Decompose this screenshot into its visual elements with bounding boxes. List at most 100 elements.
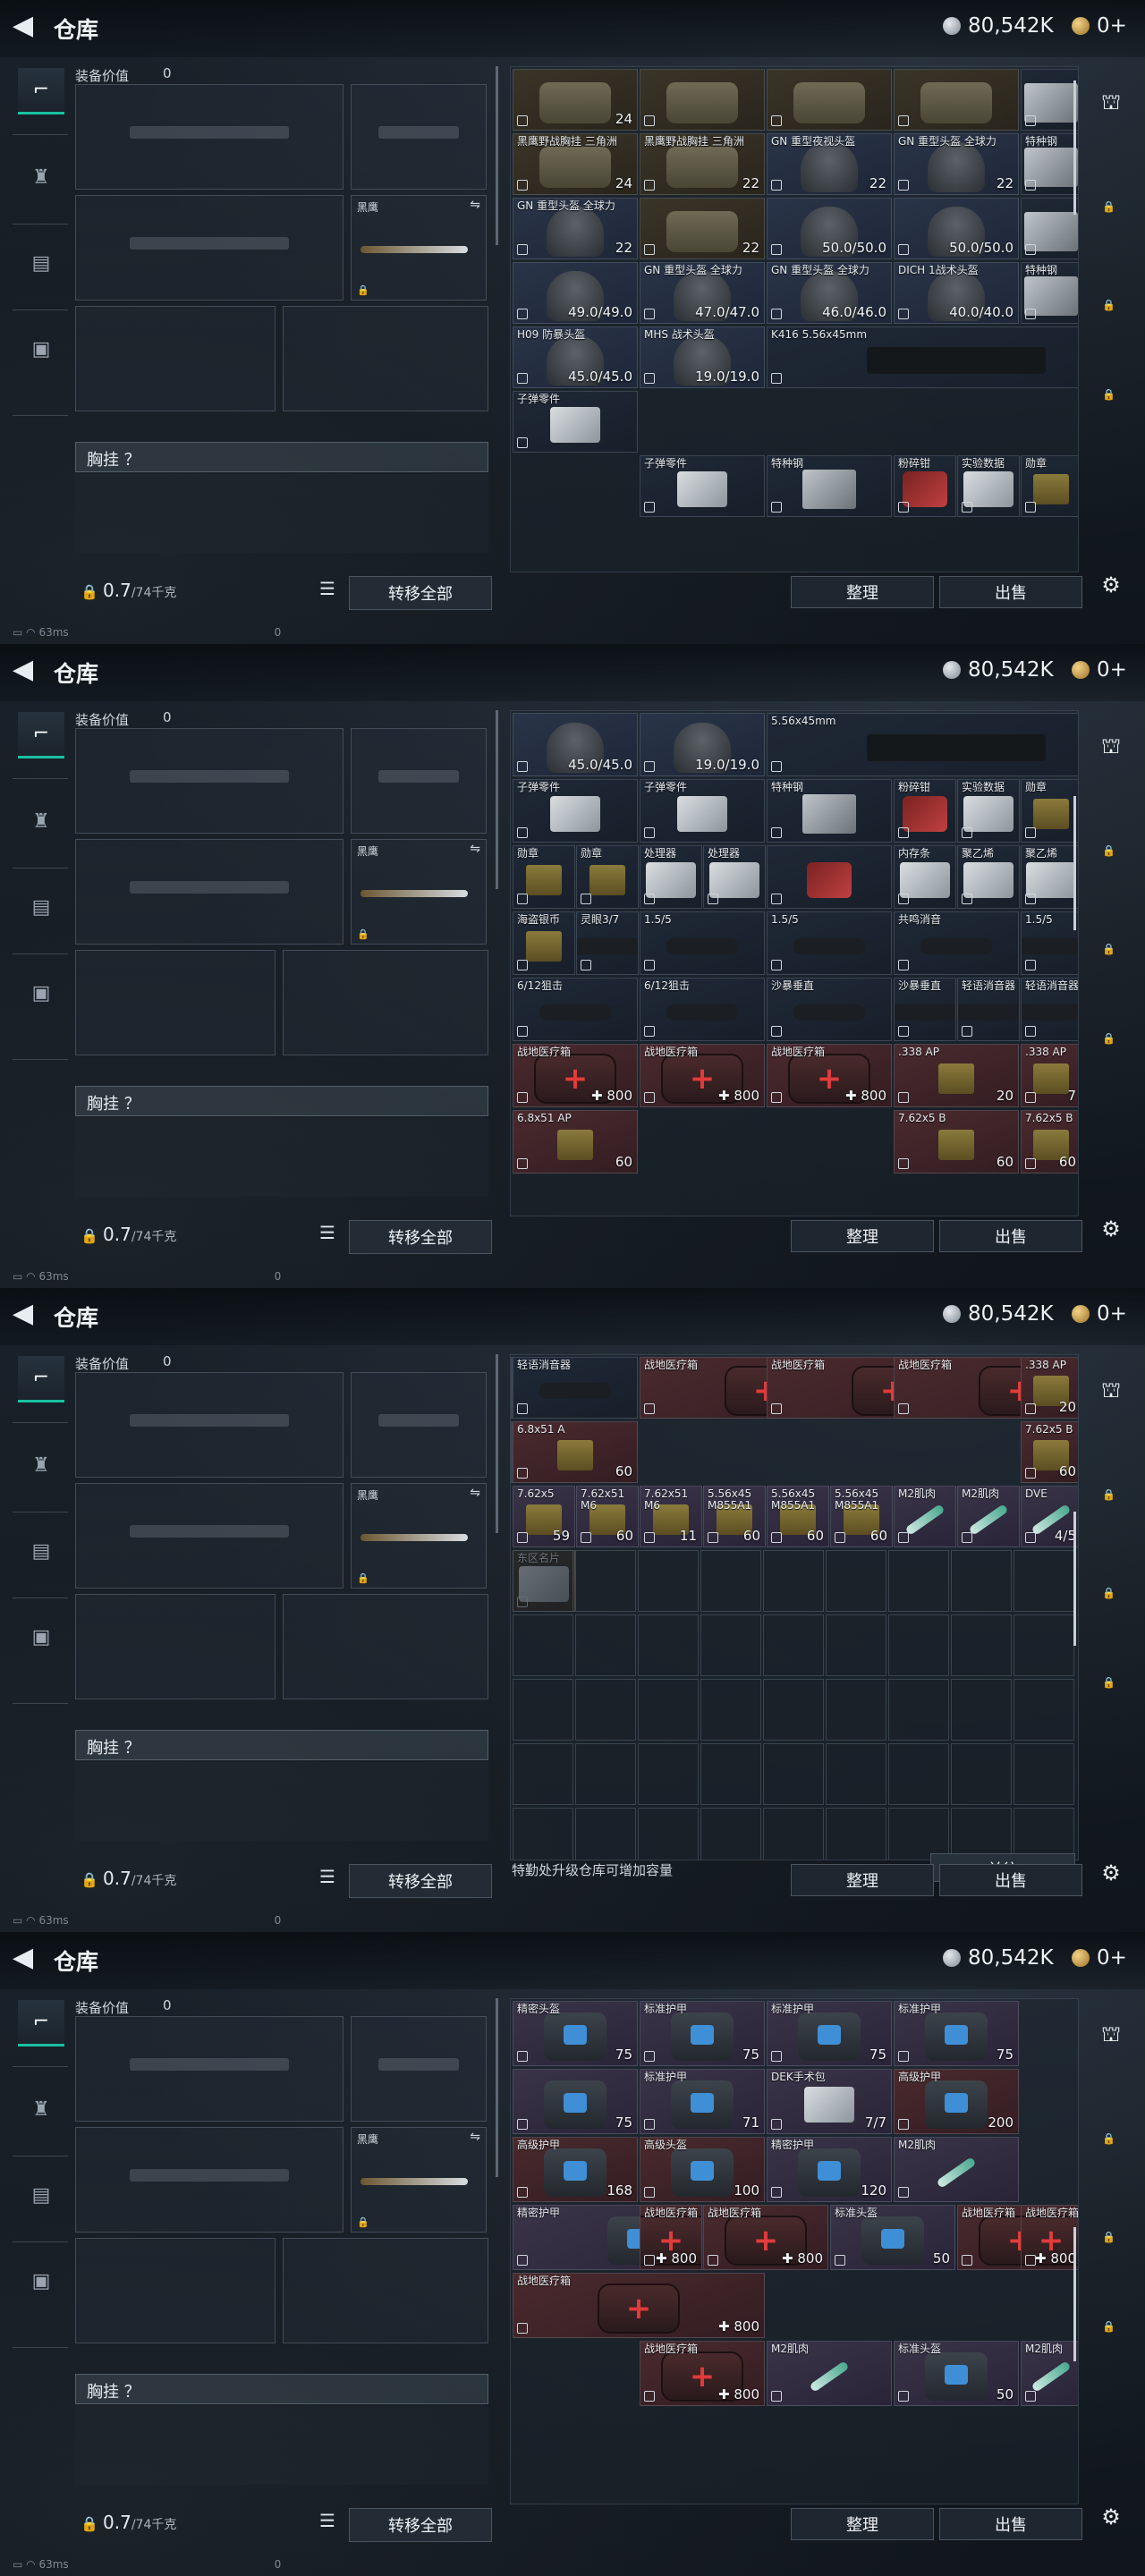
empty-slot[interactable]: [513, 1808, 573, 1860]
chest-rig-slot[interactable]: 胸挂 ？: [75, 442, 488, 472]
sort-button[interactable]: 整理: [791, 2508, 934, 2540]
tab-toolbox[interactable]: ▣: [18, 970, 64, 1016]
secondary-weapon-slot[interactable]: [75, 2127, 344, 2233]
back-icon[interactable]: ◀: [13, 1945, 39, 1971]
gold-currency[interactable]: 0+: [1072, 1302, 1127, 1326]
empty-slot[interactable]: [638, 1808, 699, 1860]
sidearm-slot[interactable]: [351, 84, 487, 190]
stash-item[interactable]: 战地医疗箱 ✚ 800: [703, 2205, 828, 2270]
back-icon[interactable]: ◀: [13, 657, 39, 683]
knife-slot[interactable]: 黑鹰 🔒 ⇋: [351, 839, 487, 945]
stash-item[interactable]: 高级头盔 100: [640, 2137, 765, 2202]
sidearm-slot[interactable]: [351, 1372, 487, 1478]
stash-item[interactable]: 处理器: [703, 845, 766, 909]
silver-currency[interactable]: 80,542K: [943, 14, 1054, 38]
empty-slot[interactable]: [638, 1743, 699, 1805]
tab-clipboard[interactable]: ▤: [18, 240, 64, 286]
empty-slot[interactable]: [888, 1614, 949, 1676]
empty-slot[interactable]: [1014, 1614, 1074, 1676]
sell-button[interactable]: 出售: [939, 2508, 1082, 2540]
chest-rig-slot[interactable]: 胸挂 ？: [75, 2374, 488, 2404]
stash-item[interactable]: 5.56x45mm45/45: [767, 713, 1078, 776]
primary-weapon-slot[interactable]: [75, 1372, 344, 1478]
stash-item[interactable]: [894, 69, 1019, 131]
stash-item[interactable]: [1021, 198, 1078, 259]
stash-item[interactable]: K416 5.56x45mm45/45: [767, 326, 1078, 388]
empty-slot[interactable]: [700, 1614, 761, 1676]
primary-weapon-slot[interactable]: [75, 728, 344, 834]
empty-slot[interactable]: [826, 1550, 886, 1612]
empty-slot[interactable]: [1014, 1679, 1074, 1741]
list-view-icon[interactable]: ☰: [315, 2510, 340, 2535]
empty-slot[interactable]: [763, 1743, 824, 1805]
stash-item[interactable]: 7.62x5 B60: [511, 1421, 513, 1483]
primary-weapon-slot[interactable]: [75, 2016, 344, 2122]
empty-slot[interactable]: [1014, 1743, 1074, 1805]
sell-button[interactable]: 出售: [939, 576, 1082, 608]
equipment-scrollbar[interactable]: [496, 1998, 498, 2177]
primary-weapon-slot[interactable]: [75, 84, 344, 190]
swap-icon[interactable]: ⇋: [470, 2130, 480, 2144]
stash-item[interactable]: 战地医疗箱 ✚ 800: [767, 1044, 892, 1107]
equipment-scrollbar[interactable]: [496, 1354, 498, 1533]
stash-item[interactable]: 轻语消音器: [1021, 978, 1078, 1041]
empty-slot[interactable]: [513, 1743, 573, 1805]
tab-clipboard[interactable]: ▤: [18, 2172, 64, 2218]
stash-item[interactable]: 22: [640, 198, 765, 259]
silver-currency[interactable]: 80,542K: [943, 658, 1054, 682]
secondary-weapon-slot[interactable]: [75, 839, 344, 945]
stash-item[interactable]: 高级护甲 200: [894, 2069, 1019, 2134]
sidearm-slot[interactable]: [351, 728, 487, 834]
stash-item[interactable]: 特种钢: [1021, 133, 1078, 195]
stash-item[interactable]: 5.56x45 M855A1 60: [767, 1486, 829, 1547]
stash-item[interactable]: 子弹零件: [640, 455, 765, 517]
knife-slot[interactable]: 黑鹰 🔒 ⇋: [351, 2127, 487, 2233]
empty-slot[interactable]: [826, 1743, 886, 1805]
list-view-icon[interactable]: ☰: [315, 1866, 340, 1891]
tab-armor[interactable]: ♜: [18, 798, 64, 844]
helmet-slot[interactable]: [75, 306, 276, 411]
tab-clipboard[interactable]: ▤: [18, 1528, 64, 1574]
tab-toolbox[interactable]: ▣: [18, 326, 64, 372]
stash-item[interactable]: DEK手术包 7/7: [767, 2069, 892, 2134]
stash-item[interactable]: GN 重型头盔 全球力 47.0/47.0: [640, 262, 765, 324]
stash-item[interactable]: M2肌肉: [957, 1486, 1020, 1547]
stash-item[interactable]: 标准护甲 71: [640, 2069, 765, 2134]
empty-slot[interactable]: [888, 1743, 949, 1805]
stash-item[interactable]: 75: [513, 2069, 638, 2134]
stash-item[interactable]: 6.8x51 AP 60: [513, 1110, 638, 1174]
stash-item[interactable]: 海盗银币: [513, 911, 575, 975]
stash-item[interactable]: [640, 69, 765, 131]
stash-item[interactable]: 勋章: [513, 845, 575, 909]
empty-slot[interactable]: [513, 1614, 573, 1676]
stash-item[interactable]: 共鸣消音: [894, 911, 1019, 975]
stash-item[interactable]: 精密护甲 120: [767, 2137, 892, 2202]
empty-slot[interactable]: [575, 1743, 636, 1805]
tab-clipboard[interactable]: ▤: [18, 884, 64, 930]
stash-item[interactable]: 1.5/5: [1021, 911, 1078, 975]
stash-item[interactable]: 沙暴垂直: [894, 978, 956, 1041]
stash-item[interactable]: 49.0/49.0: [513, 262, 638, 324]
back-icon[interactable]: ◀: [13, 13, 39, 39]
transfer-all-button[interactable]: 转移全部: [349, 2508, 492, 2542]
stash-item[interactable]: 7.62x5 B60: [894, 1110, 1019, 1174]
empty-slot[interactable]: [888, 1550, 949, 1612]
stash-item[interactable]: DVE 4/5: [1021, 1486, 1078, 1547]
stash-item[interactable]: GN 重型头盔 全球力 22: [513, 198, 638, 259]
stash-item[interactable]: M2肌肉: [894, 1486, 956, 1547]
stash-item[interactable]: 黑鹰野战胸挂 三角洲 22: [640, 133, 765, 195]
empty-slot[interactable]: [763, 1679, 824, 1741]
armor-slot[interactable]: [283, 2238, 488, 2343]
stash-item[interactable]: .338 AP 7: [1021, 1044, 1078, 1107]
helmet-slot[interactable]: [75, 950, 276, 1055]
armor-slot[interactable]: [283, 950, 488, 1055]
stash-item[interactable]: 内存条: [894, 845, 956, 909]
stash-item[interactable]: 子弹零件: [640, 779, 765, 843]
stash-item[interactable]: 50.0/50.0: [767, 198, 892, 259]
stash-item[interactable]: 特种钢: [767, 779, 892, 843]
stash-item[interactable]: 战地医疗箱 ✚ 800: [640, 2341, 765, 2406]
sell-button[interactable]: 出售: [939, 1864, 1082, 1896]
stash-item[interactable]: 5.56x45 M855A1 60: [830, 1486, 893, 1547]
stash-item[interactable]: DICH 1战术头盔 40.0/40.0: [894, 262, 1019, 324]
stash-scrollbar[interactable]: [1073, 80, 1076, 215]
